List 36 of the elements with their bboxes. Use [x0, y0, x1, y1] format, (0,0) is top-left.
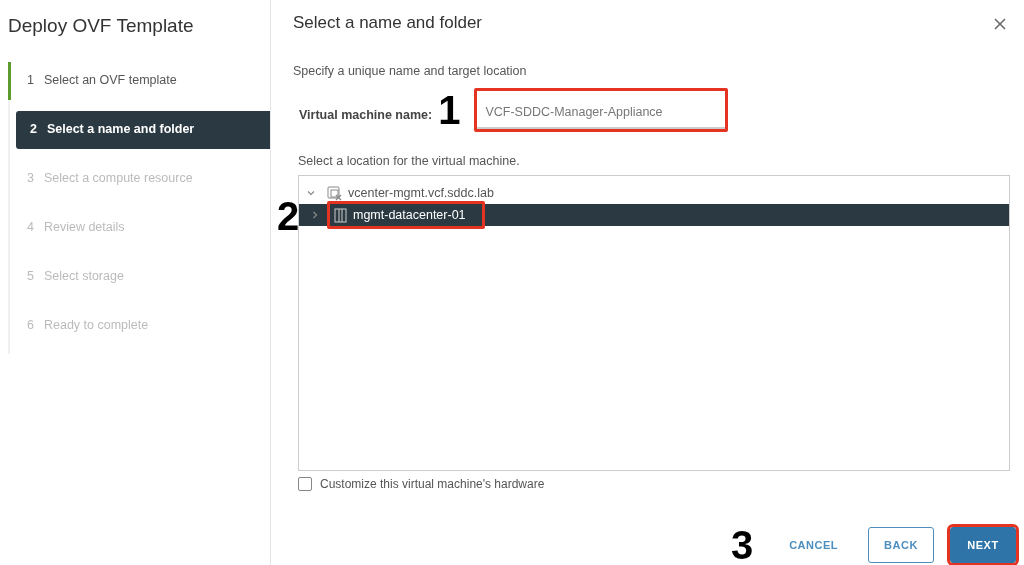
- close-icon[interactable]: [994, 18, 1006, 30]
- server-icon: [327, 185, 342, 201]
- callout-number: 1: [438, 90, 461, 131]
- step-number: 1: [27, 72, 34, 90]
- wizard-button[interactable]: NEXT: [950, 527, 1016, 563]
- checkbox[interactable]: [298, 477, 312, 491]
- wizard-button[interactable]: BACK: [868, 527, 934, 563]
- step-label: Select storage: [43, 268, 124, 286]
- step-number: 5: [27, 268, 34, 286]
- step-number: 4: [27, 219, 34, 237]
- location-label: Select a location for the virtual machine.: [298, 153, 521, 171]
- step-label: Select a name and folder: [46, 121, 195, 139]
- name-field[interactable]: VCF-SDDC-Manager-Appliance: [474, 88, 729, 133]
- step-label: Select a compute resource: [43, 170, 193, 188]
- panel-subtitle: Specify a unique name and target location: [293, 62, 528, 80]
- step-label: Review details: [43, 219, 125, 237]
- field-label: Virtual machine name:: [299, 106, 433, 124]
- node-label: mgmt-datacenter-01: [353, 206, 466, 224]
- callout-number: 2: [277, 196, 300, 236]
- chevron-right-icon[interactable]: [311, 211, 319, 219]
- wizard-step[interactable]: 1 Select an OVF template: [8, 61, 270, 100]
- checkbox-label: Customize this virtual machine's hardware: [320, 476, 545, 493]
- wizard-step[interactable]: 2 Select a name and folder: [16, 110, 270, 149]
- step-number: 2: [30, 121, 37, 139]
- node-label: vcenter-mgmt.vcf.sddc.lab: [348, 184, 494, 202]
- chevron-down-icon[interactable]: [307, 189, 315, 197]
- tree-item[interactable]: vcenter-mgmt.vcf.sddc.lab: [299, 182, 1009, 204]
- step-number: 3: [27, 170, 34, 188]
- panel-title: Select a name and folder: [293, 12, 482, 34]
- building-icon: [334, 207, 347, 223]
- wizard-title: Deploy OVF Template: [8, 14, 195, 38]
- callout-number: 3: [730, 525, 754, 565]
- step-label: Select an OVF template: [43, 72, 177, 90]
- step-number: 6: [27, 317, 34, 335]
- wizard-button[interactable]: CANCEL: [775, 527, 852, 563]
- step-label: Ready to complete: [43, 317, 149, 335]
